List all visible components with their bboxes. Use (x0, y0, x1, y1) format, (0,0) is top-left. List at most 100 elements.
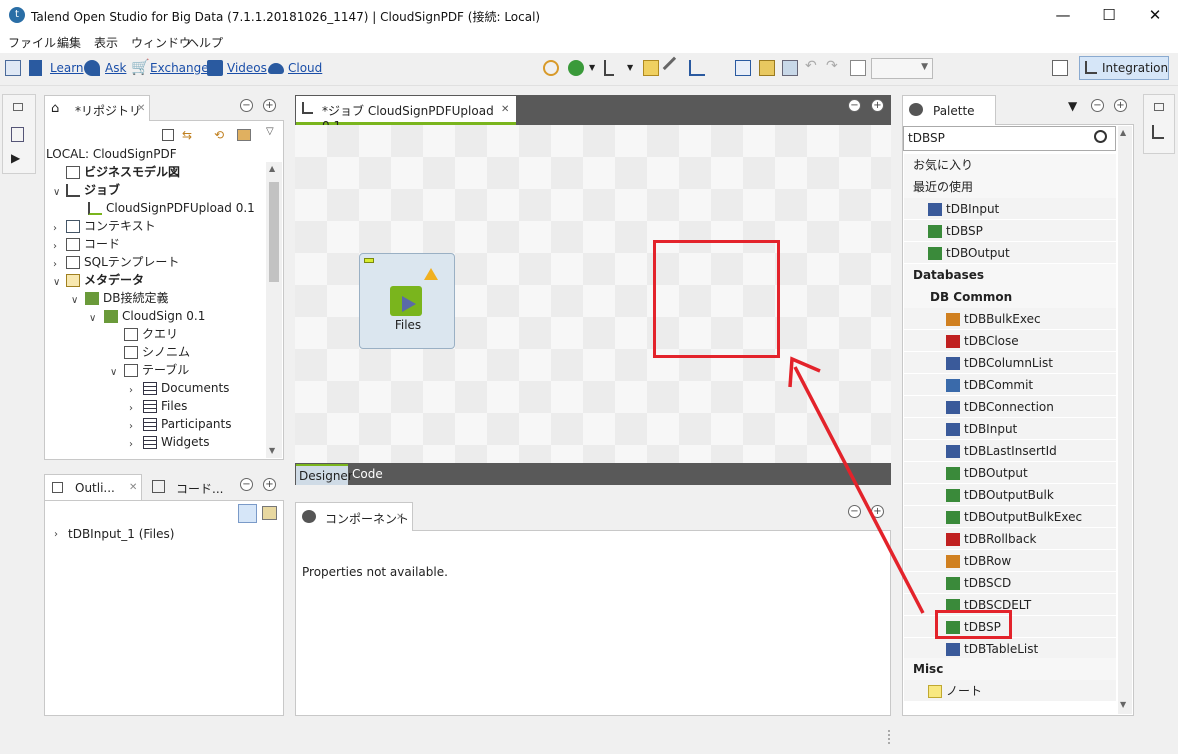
tree-item-sql-templates[interactable]: SQLテンプレート (66, 253, 179, 271)
menu-window[interactable]: ウィンドウ (131, 34, 191, 51)
palette-item[interactable]: tDBInput (904, 198, 1116, 220)
menu-file[interactable]: ファイル (8, 34, 56, 51)
close-tab-icon[interactable]: ✕ (137, 103, 145, 114)
palette-item-tdbcommit[interactable]: tDBCommit (904, 374, 1116, 396)
chevron-down-icon[interactable]: ∨ (110, 367, 117, 378)
outline-item[interactable]: tDBInput_1 (Files) (68, 527, 174, 541)
tab-designer[interactable]: Designer (296, 464, 353, 485)
chevron-right-icon[interactable]: › (129, 385, 133, 396)
run-dropdown-icon[interactable]: ▼ (589, 63, 605, 79)
tree-item-code[interactable]: コード (66, 235, 120, 253)
import-icon[interactable] (735, 60, 751, 76)
maximize-view-icon[interactable]: + (871, 99, 884, 112)
chevron-right-icon[interactable]: › (53, 223, 57, 234)
folder-icon[interactable] (759, 60, 775, 76)
tree-item-db-connections[interactable]: DB接続定義 (85, 289, 168, 307)
palette-item-tdbcolumnlist[interactable]: tDBColumnList (904, 352, 1116, 374)
learn-icon[interactable] (29, 60, 42, 76)
palette-group-db-common[interactable]: DB Common (904, 286, 1116, 308)
chevron-down-icon[interactable]: ∨ (53, 277, 60, 288)
scrollbar-thumb[interactable] (269, 182, 279, 282)
tree-item-job-cloudsignpdfupload[interactable]: CloudSignPDFUpload 0.1 (88, 199, 255, 217)
tree-item-table-widgets[interactable]: Widgets (143, 433, 210, 451)
palette-item-tdbbulkexec[interactable]: tDBBulkExec (904, 308, 1116, 330)
search-icon[interactable] (1094, 130, 1107, 143)
palette-item-tdboutput[interactable]: tDBOutput (904, 462, 1116, 484)
job-icon[interactable] (604, 60, 614, 76)
palette-group-databases[interactable]: Databases (904, 264, 1116, 286)
palette-item[interactable]: tDBOutput (904, 242, 1116, 264)
palette-item-tdbscd[interactable]: tDBSCD (904, 572, 1116, 594)
wrench-icon[interactable] (662, 56, 686, 80)
cloud-link[interactable]: Cloud (288, 61, 322, 75)
exchange-link[interactable]: Exchange (150, 61, 209, 75)
tab-component[interactable]: コンポーネント ✕ (295, 502, 413, 531)
checklist-icon[interactable] (11, 127, 24, 142)
edit-icon[interactable] (643, 60, 659, 76)
tab-repository[interactable]: ⌂ *リポジトリ ✕ (44, 95, 150, 121)
tab-palette[interactable]: Palette (902, 95, 996, 125)
video-icon[interactable] (207, 60, 223, 76)
tree-item-business-models[interactable]: ビジネスモデル図 (66, 163, 180, 181)
tab-job-editor[interactable]: *ジョブ CloudSignPDFUpload 0.1 ✕ (296, 96, 516, 133)
scroll-up-icon[interactable]: ▲ (1120, 128, 1126, 137)
palette-item-tdbclose[interactable]: tDBClose (904, 330, 1116, 352)
minimize-view-icon[interactable]: − (240, 478, 253, 491)
menu-view[interactable]: 表示 (94, 34, 118, 51)
redo-icon[interactable]: ↷ (826, 58, 842, 74)
page-icon[interactable] (850, 60, 866, 76)
run-view-icon[interactable]: ▶ (11, 151, 20, 165)
palette-item-tdblastinsertid[interactable]: tDBLastInsertId (904, 440, 1116, 462)
scroll-down-icon[interactable]: ▼ (1120, 700, 1126, 709)
tree-item-cloudsign[interactable]: CloudSign 0.1 (104, 307, 205, 325)
chevron-right-icon[interactable]: › (129, 421, 133, 432)
tree-view-toggle[interactable] (238, 504, 257, 523)
palette-item-tdbrollback[interactable]: tDBRollback (904, 528, 1116, 550)
cloud-icon[interactable] (268, 63, 284, 74)
palette-group-recent[interactable]: 最近の使用 (904, 176, 1116, 198)
search-icon[interactable] (543, 60, 559, 76)
chevron-down-icon[interactable]: ∨ (71, 295, 78, 306)
learn-link[interactable]: Learn (50, 61, 84, 75)
tree-item-table-documents[interactable]: Documents (143, 379, 229, 397)
sync-icon[interactable]: ⟲ (214, 128, 224, 142)
chevron-right-icon[interactable]: › (53, 259, 57, 270)
palette-filter-icon[interactable]: ▼ (1068, 99, 1077, 113)
chevron-down-icon[interactable]: ∨ (53, 187, 60, 198)
menu-edit[interactable]: 編集 (57, 34, 81, 51)
close-tab-icon[interactable]: ✕ (396, 512, 404, 523)
scroll-down-icon[interactable]: ▼ (269, 446, 275, 455)
palette-item-tdbconnection[interactable]: tDBConnection (904, 396, 1116, 418)
chevron-right-icon[interactable]: › (129, 403, 133, 414)
maximize-view-icon[interactable]: + (1114, 99, 1127, 112)
job-icon[interactable] (1152, 125, 1164, 139)
close-tab-icon[interactable]: ✕ (129, 482, 137, 493)
filter-icon[interactable] (237, 129, 251, 141)
run-icon[interactable] (568, 60, 584, 76)
tree-item-synonyms[interactable]: シノニム (124, 343, 190, 361)
maximize-view-icon[interactable]: + (263, 99, 276, 112)
tree-item-contexts[interactable]: コンテキスト (66, 217, 156, 235)
minimize-view-icon[interactable]: − (1091, 99, 1104, 112)
ask-icon[interactable] (84, 60, 100, 76)
tab-code-viewer[interactable]: コード... (150, 480, 223, 497)
minimize-button[interactable]: — (1040, 0, 1086, 31)
palette-item-tdbinput[interactable]: tDBInput (904, 418, 1116, 440)
tree-item-queries[interactable]: クエリ (124, 325, 178, 343)
tree-item-jobs[interactable]: ジョブ (66, 181, 120, 199)
tree-item-table-files[interactable]: Files (143, 397, 187, 415)
job-dropdown-icon[interactable]: ▼ (627, 63, 643, 79)
palette-scrollbar[interactable]: ▲ ▼ (1118, 126, 1132, 714)
component-files[interactable]: Files (359, 253, 455, 349)
palette-group-favorites[interactable]: お気に入り (904, 154, 1116, 176)
chevron-right-icon[interactable]: › (129, 439, 133, 450)
restore-icon[interactable] (1154, 103, 1164, 111)
palette-group-misc[interactable]: Misc (904, 658, 1116, 680)
palette-search-input[interactable]: tDBSP (903, 126, 1116, 151)
palette-item-tdboutputbulkexec[interactable]: tDBOutputBulkExec (904, 506, 1116, 528)
minimize-view-icon[interactable]: − (848, 99, 861, 112)
palette-item-tdbrow[interactable]: tDBRow (904, 550, 1116, 572)
palette-item[interactable]: tDBSP (904, 220, 1116, 242)
zoom-select[interactable]: ▼ (871, 58, 933, 79)
chevron-right-icon[interactable]: › (53, 241, 57, 252)
